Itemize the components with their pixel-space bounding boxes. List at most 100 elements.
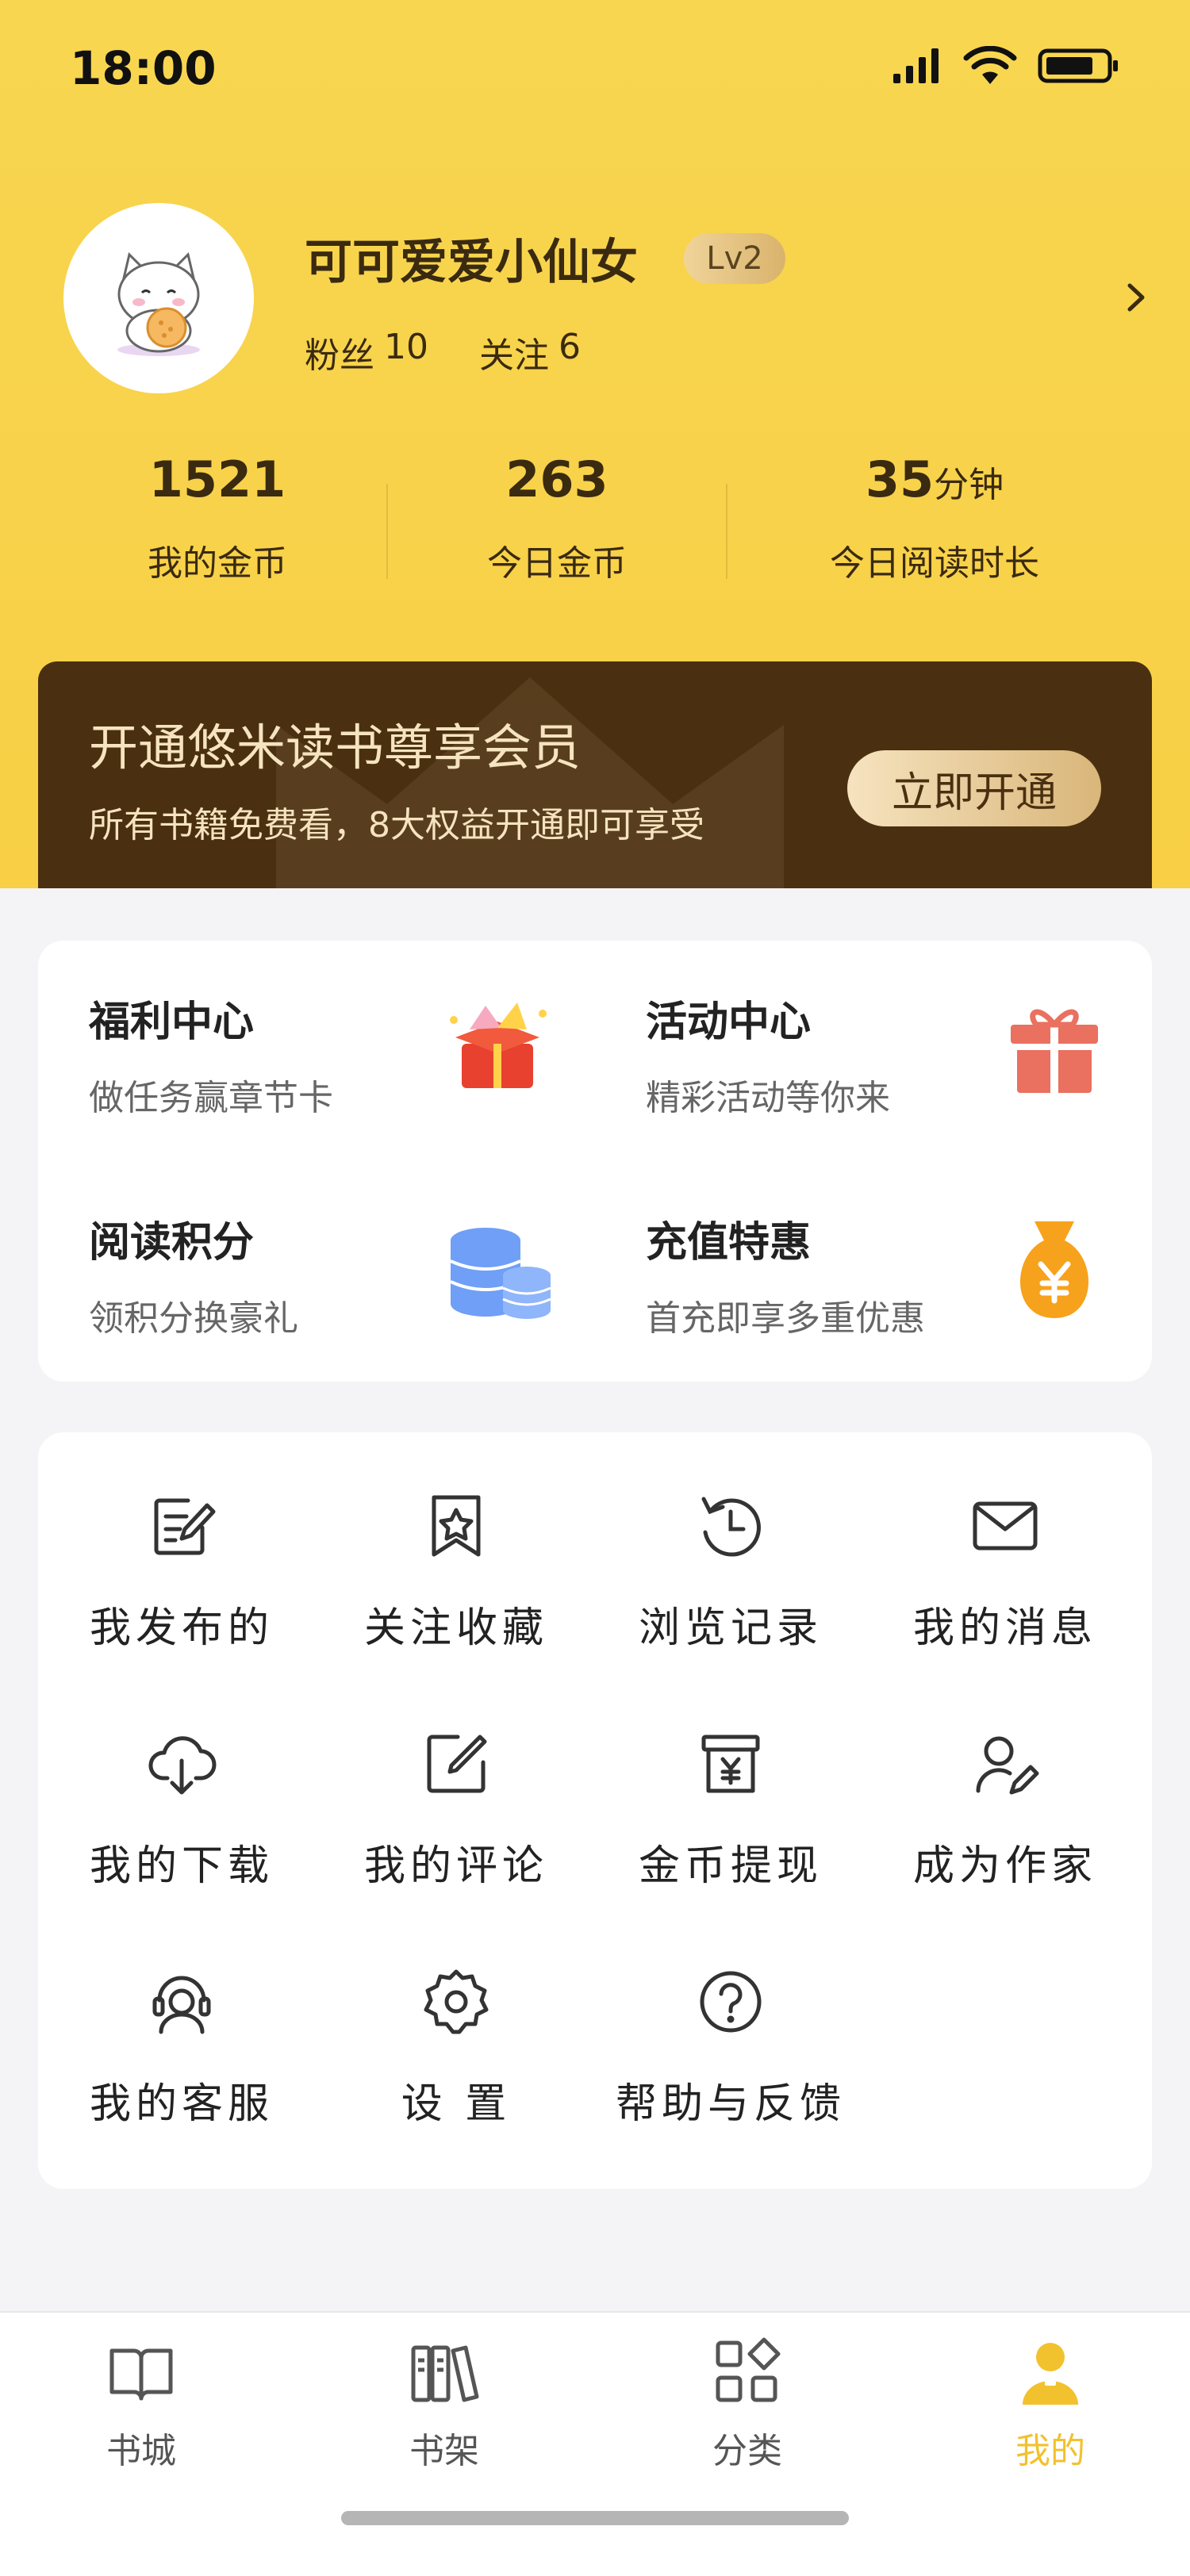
benefit-subtitle: 领积分换豪礼 xyxy=(89,1298,298,1339)
fans-label: 粉丝 xyxy=(305,335,374,376)
follow-stats: 粉丝 10 关注 6 xyxy=(305,327,581,378)
tab-bookstore[interactable]: 书城 xyxy=(0,2336,292,2473)
comment-edit-icon xyxy=(427,1735,487,1793)
bookmark-star-icon xyxy=(432,1495,481,1557)
tab-mine[interactable]: 我的 xyxy=(900,2336,1190,2473)
menu-label: 我的消息 xyxy=(912,1604,1097,1652)
chevron-right-icon xyxy=(1127,283,1145,312)
menu-label: 我的评论 xyxy=(363,1842,548,1890)
vip-banner[interactable]: 开通悠米读书尊享会员 所有书籍免费看，8大权益开通即可享受 立即开通 xyxy=(38,661,1152,888)
mail-icon xyxy=(973,1501,1038,1551)
menu-label: 我的下载 xyxy=(89,1842,274,1890)
customer-service-icon xyxy=(152,1976,211,2034)
coins-icon xyxy=(450,1228,551,1319)
book-open-icon xyxy=(109,2348,173,2401)
history-icon xyxy=(701,1497,761,1557)
category-icon xyxy=(716,2337,781,2402)
bookshelf-icon xyxy=(411,2345,479,2402)
fans-count: 10 xyxy=(384,327,428,367)
benefit-reading-points[interactable]: 阅读积分 领积分换豪礼 xyxy=(38,1161,595,1382)
follow-label: 关注 xyxy=(479,335,549,376)
settings-icon xyxy=(424,1969,489,2034)
benefit-title: 充值特惠 xyxy=(646,1219,812,1267)
menu-label: 成为作家 xyxy=(912,1842,1097,1890)
stat-today-coins[interactable]: 263 今日金币 xyxy=(398,444,716,585)
benefits-card: 福利中心 做任务赢章节卡 活动中心 精彩活动等你来 阅读积分 领积分换豪礼 充值… xyxy=(38,941,1152,1382)
follow-stat[interactable]: 关注 6 xyxy=(479,327,581,378)
benefit-title: 活动中心 xyxy=(646,999,812,1046)
status-bar: 18:00 xyxy=(0,0,1190,143)
menu-label: 帮助与反馈 xyxy=(615,2080,846,2128)
status-time: 18:00 xyxy=(70,41,217,95)
fans-stat[interactable]: 粉丝 10 xyxy=(305,327,428,378)
menu-comments[interactable]: 我的评论 xyxy=(319,1670,593,1908)
avatar[interactable] xyxy=(63,203,254,393)
cloud-download-icon xyxy=(148,1736,217,1795)
stat-reading-time[interactable]: 35分钟 今日阅读时长 xyxy=(776,444,1093,585)
menu-withdraw[interactable]: 金币提现 xyxy=(593,1670,868,1908)
stat-value: 263 xyxy=(505,450,608,508)
menu-label: 设 置 xyxy=(401,2080,512,2128)
tab-bookshelf[interactable]: 书架 xyxy=(294,2336,595,2473)
edit-doc-icon xyxy=(154,1498,216,1555)
profile-detail-arrow[interactable] xyxy=(1120,278,1152,320)
vip-title: 开通悠米读书尊享会员 xyxy=(89,719,582,776)
present-icon xyxy=(1011,1009,1098,1093)
username: 可可爱爱小仙女 xyxy=(305,235,638,290)
benefit-subtitle: 做任务赢章节卡 xyxy=(89,1078,333,1118)
tab-category[interactable]: 分类 xyxy=(597,2336,898,2473)
menu-downloads[interactable]: 我的下载 xyxy=(44,1670,319,1908)
benefit-subtitle: 首充即享多重优惠 xyxy=(646,1298,925,1339)
stat-my-coins[interactable]: 1521 我的金币 xyxy=(59,444,376,585)
vip-open-button[interactable]: 立即开通 xyxy=(847,750,1101,826)
menu-label: 浏览记录 xyxy=(638,1604,823,1652)
signal-icon xyxy=(893,48,939,83)
menu-history[interactable]: 浏览记录 xyxy=(593,1432,868,1670)
divider xyxy=(386,484,388,579)
cat-avatar-icon xyxy=(117,252,200,356)
stats-row: 1521 我的金币 263 今日金币 35分钟 今日阅读时长 xyxy=(0,444,1190,603)
gift-box-icon xyxy=(450,1002,547,1088)
benefit-recharge-deals[interactable]: 充值特惠 首充即享多重优惠 xyxy=(595,1161,1152,1382)
stat-value: 1521 xyxy=(148,450,286,508)
stat-label: 今日金币 xyxy=(487,543,627,584)
follow-count: 6 xyxy=(559,327,581,367)
wifi-icon xyxy=(963,46,1017,84)
level-badge: Lv2 xyxy=(684,233,785,284)
battery-icon xyxy=(1038,48,1118,83)
benefit-title: 阅读积分 xyxy=(89,1219,255,1267)
menu-customer-service[interactable]: 我的客服 xyxy=(44,1908,319,2146)
help-icon xyxy=(700,1971,762,2033)
benefit-activity-center[interactable]: 活动中心 精彩活动等你来 xyxy=(595,941,1152,1161)
home-indicator xyxy=(341,2511,849,2525)
menu-label: 我的客服 xyxy=(89,2080,274,2128)
menu-grid-card: 我发布的 关注收藏 浏览记录 我的消息 我的下载 我的评论 金币提现 成为作家 … xyxy=(38,1432,1152,2189)
withdraw-icon xyxy=(701,1735,760,1793)
bottom-tab-bar: 书城 书架 分类 我的 xyxy=(0,2311,1190,2576)
profile-icon xyxy=(1023,2343,1078,2405)
divider xyxy=(726,484,727,579)
benefit-welfare-center[interactable]: 福利中心 做任务赢章节卡 xyxy=(38,941,595,1161)
menu-settings[interactable]: 设 置 xyxy=(319,1908,593,2146)
menu-become-writer[interactable]: 成为作家 xyxy=(868,1670,1142,1908)
menu-help-feedback[interactable]: 帮助与反馈 xyxy=(578,1908,884,2146)
tab-label: 书架 xyxy=(409,2431,479,2471)
money-bag-icon xyxy=(1019,1221,1089,1318)
menu-label: 金币提现 xyxy=(638,1842,823,1890)
vip-subtitle: 所有书籍免费看，8大权益开通即可享受 xyxy=(89,805,704,845)
tab-label: 我的 xyxy=(1015,2431,1085,2471)
menu-my-posts[interactable]: 我发布的 xyxy=(44,1432,319,1670)
stat-label: 我的金币 xyxy=(148,543,287,584)
menu-label: 我发布的 xyxy=(89,1604,274,1652)
benefit-subtitle: 精彩活动等你来 xyxy=(646,1078,890,1118)
tab-label: 分类 xyxy=(712,2431,782,2471)
benefit-title: 福利中心 xyxy=(89,999,255,1046)
stat-label: 今日阅读时长 xyxy=(830,543,1039,584)
tab-label: 书城 xyxy=(106,2431,176,2471)
writer-icon xyxy=(976,1736,1039,1795)
menu-label: 关注收藏 xyxy=(363,1604,548,1652)
status-icons xyxy=(892,46,1120,86)
menu-favorites[interactable]: 关注收藏 xyxy=(319,1432,593,1670)
stat-value: 35分钟 xyxy=(865,450,1004,508)
menu-messages[interactable]: 我的消息 xyxy=(868,1432,1142,1670)
